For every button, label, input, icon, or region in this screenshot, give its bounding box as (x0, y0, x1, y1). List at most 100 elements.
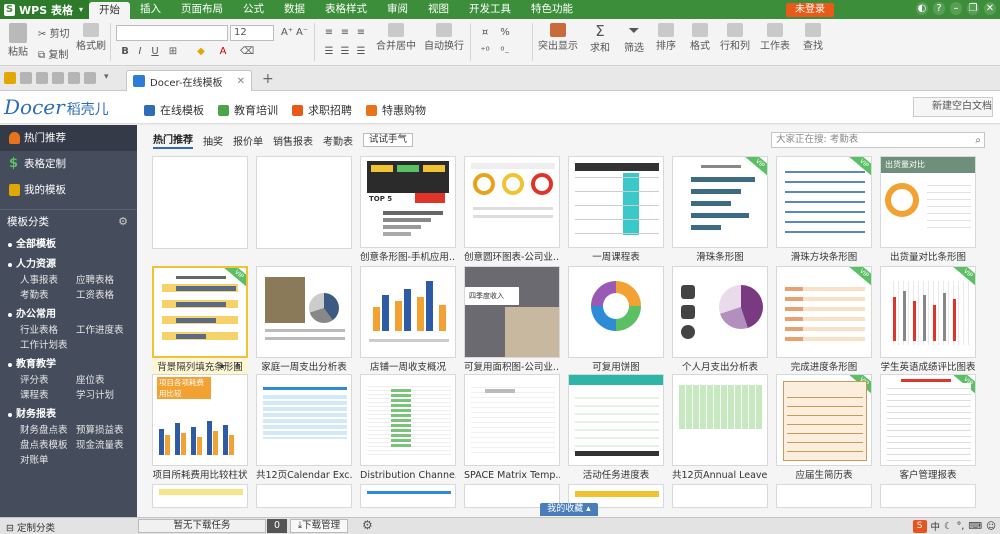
find-button[interactable]: 查找 (798, 23, 828, 52)
paste-button[interactable]: 粘贴 (4, 23, 32, 58)
tab-online-templates[interactable]: 在线模板 (144, 102, 204, 118)
template-card[interactable]: 项目各项耗费用比较 项目所耗费用比较柱状 (152, 374, 248, 484)
category-item[interactable]: 学习计划 (76, 388, 132, 403)
category-all[interactable]: 全部模板 (8, 237, 137, 253)
sort-button[interactable]: 排序 (652, 23, 680, 52)
template-card[interactable] (152, 484, 248, 508)
align-bottom-icon[interactable]: ≡ (354, 27, 368, 39)
menu-tab-features[interactable]: 特色功能 (521, 0, 583, 19)
chevron-down-icon[interactable]: ▾ (104, 72, 116, 84)
template-card[interactable] (256, 156, 352, 267)
increase-decimal-icon[interactable]: ⁺⁰ (478, 46, 492, 58)
category-item[interactable]: 座位表 (76, 373, 132, 388)
save-icon[interactable] (20, 72, 32, 84)
percent-button[interactable]: % (498, 27, 512, 39)
minimize-icon[interactable]: – (950, 2, 962, 15)
login-button[interactable]: 未登录 (786, 3, 834, 17)
template-card[interactable]: SPACE Matrix Temp... (464, 374, 560, 484)
category-item[interactable]: 人事报表 (20, 273, 76, 288)
filter-lottery[interactable]: 抽奖 (203, 133, 223, 148)
category-item[interactable]: 课程表 (20, 388, 76, 403)
redo-icon[interactable] (84, 72, 96, 84)
star-icon[interactable]: ★ (218, 362, 226, 372)
template-card[interactable]: VIP 完成进度条形图 (776, 266, 872, 376)
tab-docer-online[interactable]: Docer-在线模板 ✕ (126, 70, 252, 91)
category-item[interactable]: 预算损益表 (76, 423, 132, 438)
template-search-input[interactable]: 大家正在搜: 考勤表 ⌕ (771, 132, 985, 148)
category-hr[interactable]: 人力资源 (8, 257, 137, 273)
menu-tab-formula[interactable]: 公式 (233, 0, 274, 19)
category-item[interactable]: 工作计划表 (20, 338, 76, 353)
moon-icon[interactable]: ☾ (944, 521, 953, 532)
try-luck-button[interactable]: 试试手气 (363, 133, 414, 147)
person-icon[interactable]: ☺ (986, 521, 996, 532)
undo-icon[interactable] (68, 72, 80, 84)
italic-button[interactable]: I (133, 46, 147, 58)
new-tab-button[interactable]: + (262, 71, 274, 87)
template-card[interactable]: VIP 背景隔列填充条形图 ★ ⋔ (152, 266, 248, 376)
category-finance[interactable]: 财务报表 (8, 407, 137, 423)
filter-attendance[interactable]: 考勤表 (323, 133, 353, 148)
font-size-field[interactable]: 12 (230, 25, 274, 41)
category-item[interactable]: 行业表格 (20, 323, 76, 338)
template-card[interactable]: 家庭一周支出分析表 (256, 266, 352, 376)
menu-tab-review[interactable]: 审阅 (377, 0, 418, 19)
sum-button[interactable]: Σ 求和 (586, 23, 614, 54)
category-item[interactable]: 考勤表 (20, 288, 76, 303)
template-card[interactable]: 四季度收入 可复用面积图-公司业... (464, 266, 560, 376)
template-card[interactable] (672, 484, 768, 508)
align-middle-icon[interactable]: ≡ (338, 27, 352, 39)
merge-center-button[interactable]: 合并居中 (372, 23, 420, 52)
open-icon[interactable] (4, 72, 16, 84)
decrease-font-icon[interactable]: A⁻ (295, 27, 309, 39)
border-icon[interactable]: ⊞ (166, 46, 180, 58)
format-painter-button[interactable]: 格式刷 (76, 23, 106, 52)
filter-button[interactable]: ⏷ 筛选 (620, 23, 648, 54)
close-icon[interactable]: ✕ (984, 2, 996, 15)
template-card[interactable] (776, 484, 872, 508)
category-item[interactable]: 对账单 (20, 453, 76, 468)
sidebar-item-hot[interactable]: 热门推荐 (0, 125, 137, 151)
template-card[interactable]: VIP 学生英语成绩评比图表 (880, 266, 976, 376)
settings-icon[interactable]: ⚙ (362, 518, 373, 532)
align-right-icon[interactable]: ☰ (354, 46, 368, 58)
category-office[interactable]: 办公常用 (8, 307, 137, 323)
template-card[interactable]: 店铺一周收支概况 (360, 266, 456, 376)
fill-color-icon[interactable]: ◆ (194, 46, 208, 58)
copy-button[interactable]: ⧉ 复制 (38, 46, 78, 61)
skin-icon[interactable]: ◐ (916, 2, 928, 15)
align-top-icon[interactable]: ≡ (322, 27, 336, 39)
align-left-icon[interactable]: ☰ (322, 46, 336, 58)
template-card[interactable]: 个人月支出分析表 (672, 266, 768, 376)
underline-button[interactable]: U (148, 46, 162, 58)
punctuation-icon[interactable]: °, (957, 521, 965, 532)
category-item[interactable]: 评分表 (20, 373, 76, 388)
custom-category-button[interactable]: ⊟ 定制分类 (6, 520, 55, 534)
align-center-icon[interactable]: ☰ (338, 46, 352, 58)
font-color-icon[interactable]: A (216, 46, 230, 58)
new-blank-document-button[interactable]: 新建空白文档 (913, 97, 993, 117)
menu-tab-table-style[interactable]: 表格样式 (315, 0, 377, 19)
filter-sales[interactable]: 销售报表 (273, 133, 313, 148)
format-button[interactable]: 格式 (686, 23, 714, 52)
font-name-field[interactable] (116, 25, 228, 41)
filter-hot[interactable]: 热门推荐 (153, 131, 193, 149)
menu-tab-home[interactable]: 开始 (88, 2, 130, 19)
template-card[interactable] (880, 484, 976, 508)
template-card[interactable]: 共12页Annual Leave... (672, 374, 768, 484)
menu-tab-insert[interactable]: 插入 (130, 0, 171, 19)
template-card[interactable]: 可复用饼图 (568, 266, 664, 376)
template-card[interactable]: 出货量对比 出货量对比条形图 (880, 156, 976, 266)
template-card[interactable] (152, 156, 248, 267)
currency-icon[interactable]: ¤ (478, 27, 492, 39)
tab-jobs[interactable]: 求职招聘 (292, 102, 352, 118)
gear-icon[interactable]: ⚙ (118, 210, 128, 234)
search-icon[interactable]: ⌕ (975, 134, 981, 148)
template-card[interactable]: Distribution Channe... (360, 374, 456, 484)
sidebar-item-custom[interactable]: $ 表格定制 (0, 151, 137, 177)
category-item[interactable]: 工作进度表 (76, 323, 132, 338)
template-card[interactable]: VIP 滑珠条形图 (672, 156, 768, 266)
print-preview-icon[interactable] (52, 72, 64, 84)
restore-icon[interactable]: ❐ (967, 2, 979, 15)
help-icon[interactable]: ? (933, 2, 945, 15)
